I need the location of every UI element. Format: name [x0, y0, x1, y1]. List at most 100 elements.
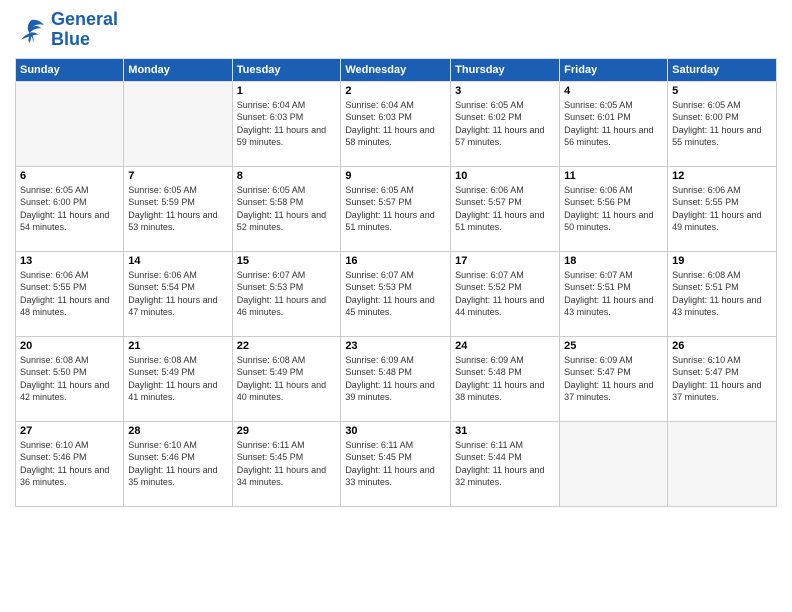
day-info: Sunrise: 6:05 AMSunset: 6:02 PMDaylight:…: [455, 99, 555, 149]
calendar-cell: 9 Sunrise: 6:05 AMSunset: 5:57 PMDaylight…: [341, 166, 451, 251]
calendar-cell: 16 Sunrise: 6:07 AMSunset: 5:53 PMDayligh…: [341, 251, 451, 336]
logo-text: General Blue: [51, 10, 118, 50]
day-info: Sunrise: 6:10 AMSunset: 5:46 PMDaylight:…: [20, 439, 119, 489]
day-info: Sunrise: 6:11 AMSunset: 5:44 PMDaylight:…: [455, 439, 555, 489]
day-number: 11: [564, 170, 663, 182]
day-info: Sunrise: 6:06 AMSunset: 5:54 PMDaylight:…: [128, 269, 227, 319]
day-number: 13: [20, 255, 119, 267]
calendar-cell: 23 Sunrise: 6:09 AMSunset: 5:48 PMDayligh…: [341, 336, 451, 421]
day-number: 3: [455, 85, 555, 97]
calendar-cell: 10 Sunrise: 6:06 AMSunset: 5:57 PMDayligh…: [451, 166, 560, 251]
calendar-cell: 20 Sunrise: 6:08 AMSunset: 5:50 PMDayligh…: [16, 336, 124, 421]
day-info: Sunrise: 6:08 AMSunset: 5:51 PMDaylight:…: [672, 269, 772, 319]
day-info: Sunrise: 6:05 AMSunset: 5:59 PMDaylight:…: [128, 184, 227, 234]
calendar-cell: 12 Sunrise: 6:06 AMSunset: 5:55 PMDayligh…: [668, 166, 777, 251]
day-info: Sunrise: 6:05 AMSunset: 5:57 PMDaylight:…: [345, 184, 446, 234]
day-number: 14: [128, 255, 227, 267]
calendar-cell: 4 Sunrise: 6:05 AMSunset: 6:01 PMDaylight…: [560, 81, 668, 166]
day-number: 23: [345, 340, 446, 352]
day-info: Sunrise: 6:04 AMSunset: 6:03 PMDaylight:…: [345, 99, 446, 149]
day-info: Sunrise: 6:08 AMSunset: 5:49 PMDaylight:…: [128, 354, 227, 404]
day-info: Sunrise: 6:08 AMSunset: 5:49 PMDaylight:…: [237, 354, 337, 404]
day-info: Sunrise: 6:09 AMSunset: 5:48 PMDaylight:…: [455, 354, 555, 404]
day-info: Sunrise: 6:06 AMSunset: 5:56 PMDaylight:…: [564, 184, 663, 234]
day-info: Sunrise: 6:05 AMSunset: 5:58 PMDaylight:…: [237, 184, 337, 234]
day-info: Sunrise: 6:11 AMSunset: 5:45 PMDaylight:…: [345, 439, 446, 489]
calendar-cell: 15 Sunrise: 6:07 AMSunset: 5:53 PMDayligh…: [232, 251, 341, 336]
day-number: 27: [20, 425, 119, 437]
calendar-cell: 13 Sunrise: 6:06 AMSunset: 5:55 PMDayligh…: [16, 251, 124, 336]
day-number: 21: [128, 340, 227, 352]
calendar-cell: 5Sunrise: 6:05 AMSunset: 6:00 PMDaylight…: [668, 81, 777, 166]
calendar-cell: 17 Sunrise: 6:07 AMSunset: 5:52 PMDayligh…: [451, 251, 560, 336]
day-info: Sunrise: 6:09 AMSunset: 5:48 PMDaylight:…: [345, 354, 446, 404]
day-number: 17: [455, 255, 555, 267]
day-info: Sunrise: 6:05 AMSunset: 6:01 PMDaylight:…: [564, 99, 663, 149]
day-info: Sunrise: 6:07 AMSunset: 5:53 PMDaylight:…: [237, 269, 337, 319]
day-number: 1: [237, 85, 337, 97]
header-sunday: Sunday: [16, 58, 124, 81]
day-info: Sunrise: 6:10 AMSunset: 5:47 PMDaylight:…: [672, 354, 772, 404]
calendar-cell: [124, 81, 232, 166]
day-number: 15: [237, 255, 337, 267]
day-info: Sunrise: 6:10 AMSunset: 5:46 PMDaylight:…: [128, 439, 227, 489]
calendar-cell: 7Sunrise: 6:05 AMSunset: 5:59 PMDaylight…: [124, 166, 232, 251]
day-info: Sunrise: 6:11 AMSunset: 5:45 PMDaylight:…: [237, 439, 337, 489]
day-number: 19: [672, 255, 772, 267]
day-info: Sunrise: 6:06 AMSunset: 5:55 PMDaylight:…: [20, 269, 119, 319]
calendar-cell: [560, 421, 668, 506]
calendar-cell: 22Sunrise: 6:08 AMSunset: 5:49 PMDayligh…: [232, 336, 341, 421]
day-number: 8: [237, 170, 337, 182]
calendar-week-row: 1 Sunrise: 6:04 AMSunset: 6:03 PMDaylight…: [16, 81, 777, 166]
day-info: Sunrise: 6:06 AMSunset: 5:57 PMDaylight:…: [455, 184, 555, 234]
calendar-cell: [668, 421, 777, 506]
day-info: Sunrise: 6:07 AMSunset: 5:53 PMDaylight:…: [345, 269, 446, 319]
calendar-cell: 31 Sunrise: 6:11 AMSunset: 5:44 PMDayligh…: [451, 421, 560, 506]
day-number: 28: [128, 425, 227, 437]
logo-icon: [15, 14, 47, 46]
day-info: Sunrise: 6:08 AMSunset: 5:50 PMDaylight:…: [20, 354, 119, 404]
calendar-cell: 8 Sunrise: 6:05 AMSunset: 5:58 PMDaylight…: [232, 166, 341, 251]
day-number: 2: [345, 85, 446, 97]
day-number: 30: [345, 425, 446, 437]
calendar-cell: 26 Sunrise: 6:10 AMSunset: 5:47 PMDayligh…: [668, 336, 777, 421]
calendar-cell: 27 Sunrise: 6:10 AMSunset: 5:46 PMDayligh…: [16, 421, 124, 506]
calendar-cell: 19 Sunrise: 6:08 AMSunset: 5:51 PMDayligh…: [668, 251, 777, 336]
calendar-cell: 14 Sunrise: 6:06 AMSunset: 5:54 PMDayligh…: [124, 251, 232, 336]
calendar-cell: 3 Sunrise: 6:05 AMSunset: 6:02 PMDaylight…: [451, 81, 560, 166]
calendar-week-row: 6Sunrise: 6:05 AMSunset: 6:00 PMDaylight…: [16, 166, 777, 251]
day-number: 20: [20, 340, 119, 352]
calendar-cell: 2 Sunrise: 6:04 AMSunset: 6:03 PMDaylight…: [341, 81, 451, 166]
calendar-header-row: Sunday Monday Tuesday Wednesday Thursday…: [16, 58, 777, 81]
calendar-cell: [16, 81, 124, 166]
calendar-cell: 11 Sunrise: 6:06 AMSunset: 5:56 PMDayligh…: [560, 166, 668, 251]
header-wednesday: Wednesday: [341, 58, 451, 81]
day-number: 29: [237, 425, 337, 437]
day-number: 18: [564, 255, 663, 267]
day-number: 31: [455, 425, 555, 437]
calendar-cell: 30 Sunrise: 6:11 AMSunset: 5:45 PMDayligh…: [341, 421, 451, 506]
day-number: 26: [672, 340, 772, 352]
day-info: Sunrise: 6:05 AMSunset: 6:00 PMDaylight:…: [672, 99, 772, 149]
calendar-cell: 21 Sunrise: 6:08 AMSunset: 5:49 PMDayligh…: [124, 336, 232, 421]
day-number: 6: [20, 170, 119, 182]
calendar-week-row: 13 Sunrise: 6:06 AMSunset: 5:55 PMDayligh…: [16, 251, 777, 336]
calendar-cell: 24 Sunrise: 6:09 AMSunset: 5:48 PMDayligh…: [451, 336, 560, 421]
day-number: 4: [564, 85, 663, 97]
calendar-week-row: 27 Sunrise: 6:10 AMSunset: 5:46 PMDayligh…: [16, 421, 777, 506]
day-info: Sunrise: 6:09 AMSunset: 5:47 PMDaylight:…: [564, 354, 663, 404]
logo: General Blue: [15, 10, 118, 50]
calendar-cell: 25 Sunrise: 6:09 AMSunset: 5:47 PMDayligh…: [560, 336, 668, 421]
day-number: 12: [672, 170, 772, 182]
day-info: Sunrise: 6:07 AMSunset: 5:52 PMDaylight:…: [455, 269, 555, 319]
day-number: 24: [455, 340, 555, 352]
calendar-cell: 6Sunrise: 6:05 AMSunset: 6:00 PMDaylight…: [16, 166, 124, 251]
header-thursday: Thursday: [451, 58, 560, 81]
day-number: 16: [345, 255, 446, 267]
day-number: 9: [345, 170, 446, 182]
header-saturday: Saturday: [668, 58, 777, 81]
day-number: 10: [455, 170, 555, 182]
day-info: Sunrise: 6:06 AMSunset: 5:55 PMDaylight:…: [672, 184, 772, 234]
day-number: 25: [564, 340, 663, 352]
calendar-cell: 28 Sunrise: 6:10 AMSunset: 5:46 PMDayligh…: [124, 421, 232, 506]
